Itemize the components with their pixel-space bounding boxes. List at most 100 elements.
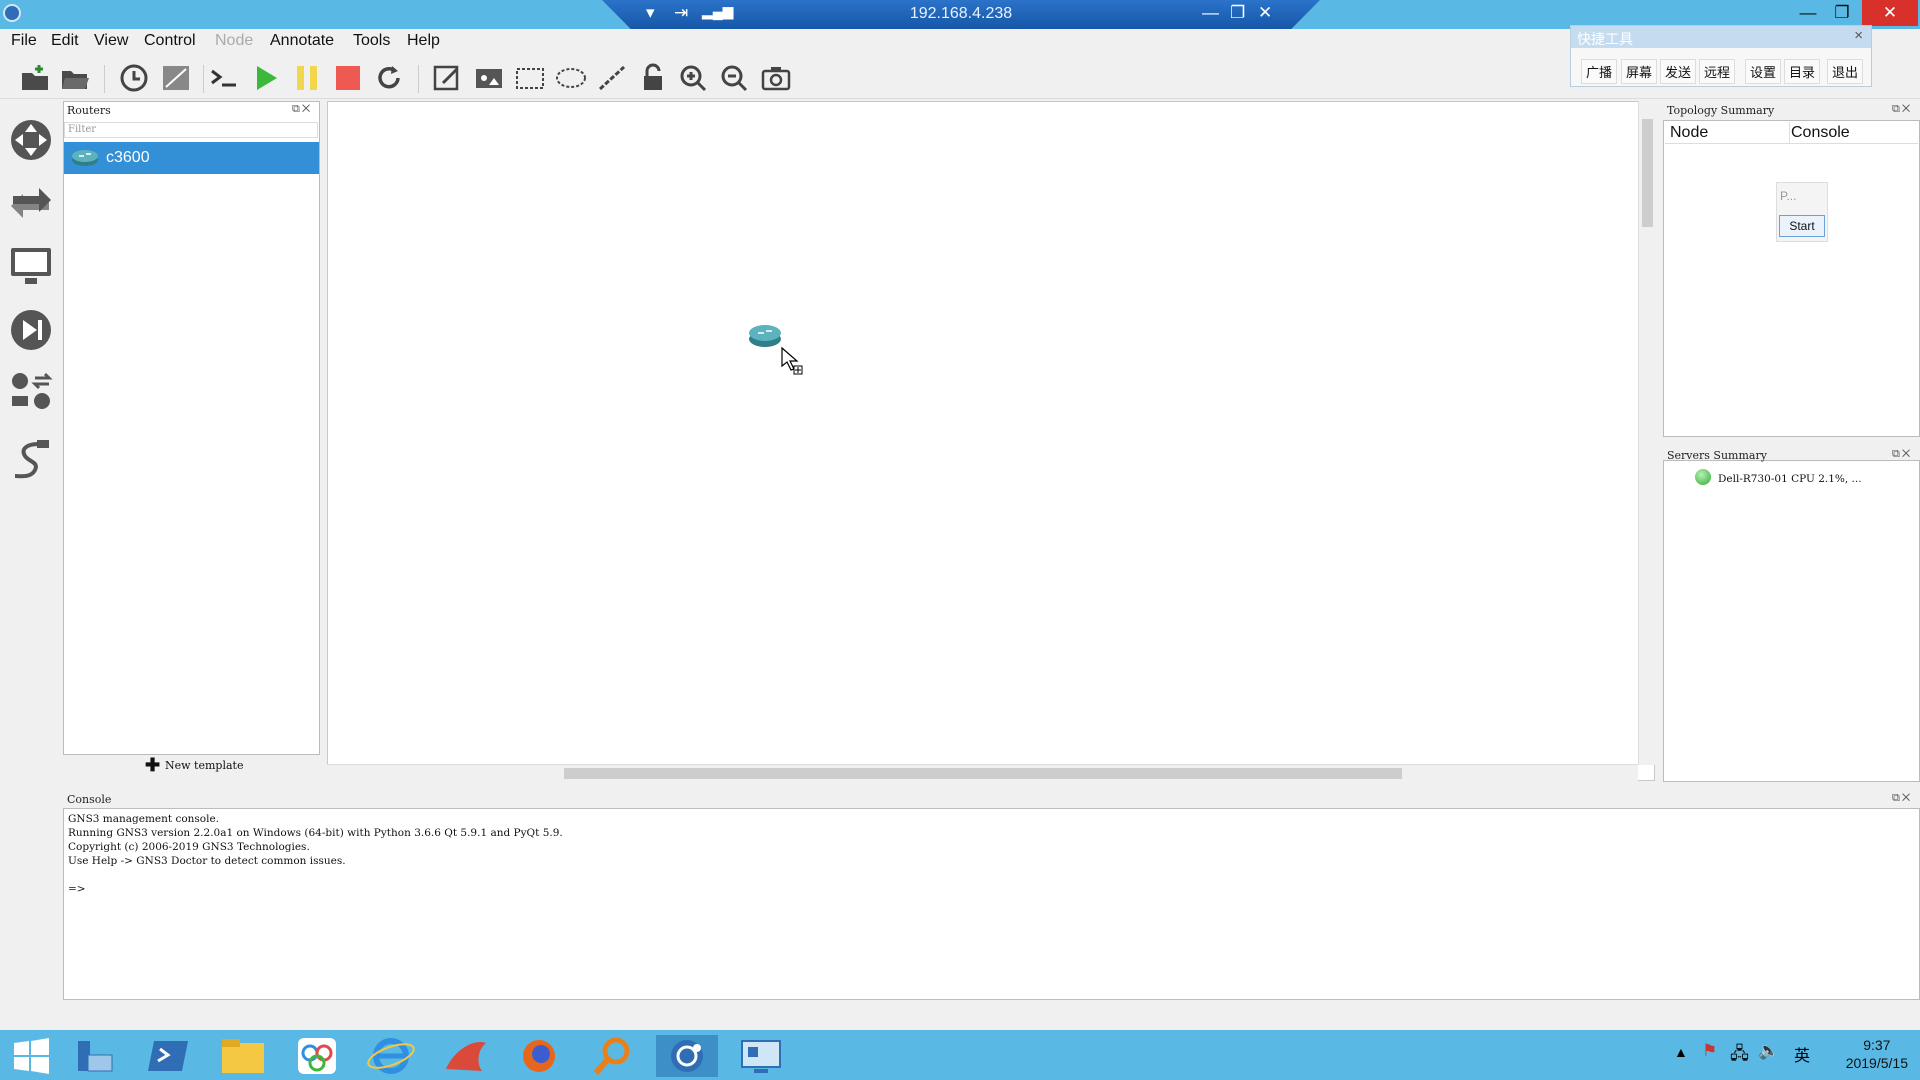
console-line: Copyright (c) 2006-2019 GNS3 Technologie… bbox=[68, 841, 310, 853]
remote-restore-icon[interactable]: ❐ bbox=[1230, 3, 1245, 23]
quick-remote-button[interactable]: 远程 bbox=[1699, 59, 1736, 84]
windows-start-icon[interactable] bbox=[0, 1035, 62, 1077]
screenshot-camera-icon[interactable] bbox=[760, 63, 792, 93]
suspend-all-icon[interactable] bbox=[291, 63, 323, 93]
server-status-green-icon bbox=[1695, 469, 1711, 485]
menu-annotate[interactable]: Annotate bbox=[270, 32, 334, 50]
topology-canvas[interactable] bbox=[327, 101, 1655, 781]
tray-volume-icon[interactable]: 🔈 bbox=[1758, 1041, 1779, 1061]
mouse-cursor-icon bbox=[781, 346, 803, 375]
windows-taskbar: ▲ ⚑ 🖧 🔈 英 9:37 2019/5/15 bbox=[0, 1030, 1920, 1080]
show-interface-labels-icon[interactable] bbox=[160, 63, 192, 93]
canvas-horizontal-scrollbar[interactable] bbox=[327, 764, 1638, 781]
draw-line-icon[interactable] bbox=[596, 63, 628, 93]
column-console: Console bbox=[1791, 124, 1850, 141]
console-prompt[interactable]: => bbox=[68, 882, 563, 896]
quick-send-button[interactable]: 发送 bbox=[1660, 59, 1697, 84]
routers-panel bbox=[63, 101, 320, 755]
start-all-icon[interactable] bbox=[250, 63, 282, 93]
all-devices-category-icon[interactable] bbox=[9, 370, 53, 414]
zoom-out-icon[interactable] bbox=[719, 63, 751, 93]
snapshot-clock-icon[interactable] bbox=[118, 63, 150, 93]
console-connect-icon[interactable] bbox=[208, 63, 240, 93]
topology-summary-header: Node Console bbox=[1665, 122, 1918, 144]
remote-minimize-icon[interactable]: — bbox=[1202, 3, 1219, 23]
menu-edit[interactable]: Edit bbox=[51, 32, 79, 50]
new-template-label: New template bbox=[165, 759, 244, 772]
popup-truncated-text: P... bbox=[1780, 189, 1797, 203]
baidu-netdisk-icon[interactable] bbox=[286, 1035, 348, 1077]
close-button[interactable]: ✕ bbox=[1862, 0, 1918, 26]
gns3-taskbar-icon[interactable] bbox=[656, 1035, 718, 1077]
clock-date: 2019/5/15 bbox=[1845, 1055, 1908, 1071]
remote-desktop-icon[interactable] bbox=[730, 1035, 792, 1077]
new-project-icon[interactable] bbox=[19, 63, 51, 93]
draw-ellipse-icon[interactable] bbox=[555, 63, 587, 93]
security-devices-category-icon[interactable] bbox=[9, 308, 53, 352]
router-filter-input[interactable]: Filter bbox=[64, 122, 318, 138]
menu-tools[interactable]: Tools bbox=[353, 32, 390, 50]
maximize-button[interactable]: ❐ bbox=[1820, 0, 1864, 26]
popup-start-button[interactable]: Start bbox=[1779, 215, 1825, 237]
quick-screen-button[interactable]: 屏幕 bbox=[1621, 59, 1658, 84]
switches-category-icon[interactable] bbox=[9, 180, 53, 224]
remote-close-icon[interactable]: ✕ bbox=[1258, 3, 1272, 23]
menu-file[interactable]: File bbox=[11, 32, 37, 50]
quick-directory-button[interactable]: 目录 bbox=[1784, 59, 1821, 84]
console-dock-icons[interactable]: ⧉✕ bbox=[1892, 792, 1912, 805]
add-link-icon[interactable] bbox=[9, 438, 53, 482]
column-node: Node bbox=[1670, 124, 1709, 141]
taskbar-clock[interactable]: 9:37 2019/5/15 bbox=[1846, 1036, 1908, 1072]
quick-settings-button[interactable]: 设置 bbox=[1745, 59, 1782, 84]
menu-control[interactable]: Control bbox=[144, 32, 196, 50]
powershell-icon[interactable] bbox=[138, 1035, 200, 1077]
server-manager-icon[interactable] bbox=[64, 1035, 126, 1077]
console-line: Use Help -> GNS3 Doctor to detect common… bbox=[68, 855, 346, 867]
routers-category-icon[interactable] bbox=[9, 118, 53, 162]
toolbar-separator bbox=[203, 65, 204, 93]
file-explorer-icon[interactable] bbox=[212, 1035, 274, 1077]
quick-exit-button[interactable]: 退出 bbox=[1827, 59, 1864, 84]
clock-time: 9:37 bbox=[1863, 1037, 1891, 1053]
tray-expand-icon[interactable]: ▲ bbox=[1674, 1044, 1688, 1060]
console-output: GNS3 management console. Running GNS3 ver… bbox=[68, 812, 563, 896]
internet-explorer-icon[interactable] bbox=[360, 1035, 422, 1077]
router-template-item[interactable]: c3600 bbox=[64, 142, 319, 174]
menu-help[interactable]: Help bbox=[407, 32, 440, 50]
search-magnifier-icon[interactable] bbox=[582, 1035, 644, 1077]
insert-picture-icon[interactable] bbox=[473, 63, 505, 93]
tray-flag-icon[interactable]: ⚑ bbox=[1702, 1041, 1717, 1061]
draw-rectangle-icon[interactable] bbox=[514, 63, 546, 93]
add-note-icon[interactable] bbox=[431, 63, 463, 93]
topology-summary-title: Topology Summary bbox=[1667, 104, 1775, 117]
servers-summary-dock-icons[interactable]: ⧉✕ bbox=[1892, 448, 1912, 461]
topology-summary-panel bbox=[1663, 120, 1920, 437]
zoom-in-icon[interactable] bbox=[678, 63, 710, 93]
device-category-sidebar bbox=[0, 100, 62, 1000]
servers-summary-panel bbox=[1663, 460, 1920, 782]
lock-unlock-icon[interactable] bbox=[637, 63, 669, 93]
open-project-icon[interactable] bbox=[59, 63, 91, 93]
server-entry: Dell-R730-01 CPU 2.1%, ... bbox=[1718, 473, 1862, 485]
canvas-vscroll-thumb[interactable] bbox=[1642, 119, 1653, 227]
c3600-router-node-icon[interactable] bbox=[748, 324, 782, 348]
canvas-vertical-scrollbar[interactable] bbox=[1638, 101, 1655, 765]
routers-panel-dock-icons[interactable]: ⧉✕ bbox=[292, 103, 312, 116]
router-template-label: c3600 bbox=[106, 149, 150, 166]
canvas-hscroll-thumb[interactable] bbox=[564, 768, 1402, 779]
quick-broadcast-button[interactable]: 广播 bbox=[1581, 59, 1618, 84]
reload-all-icon[interactable] bbox=[373, 63, 405, 93]
menu-view[interactable]: View bbox=[94, 32, 128, 50]
topology-summary-dock-icons[interactable]: ⧉✕ bbox=[1892, 103, 1912, 116]
tray-ime-indicator[interactable]: 英 bbox=[1794, 1042, 1810, 1066]
menu-node[interactable]: Node bbox=[215, 32, 253, 50]
firefox-icon[interactable] bbox=[508, 1035, 570, 1077]
remote-session-bar: ▾ ⇥ ▂▄▆ 192.168.4.238 — ❐ ✕ bbox=[602, 0, 1320, 29]
tray-network-icon[interactable]: 🖧 bbox=[1730, 1041, 1749, 1070]
wireshark-fin-icon[interactable] bbox=[434, 1035, 496, 1077]
end-devices-category-icon[interactable] bbox=[9, 244, 53, 288]
quick-tools-close-icon[interactable]: × bbox=[1854, 27, 1863, 44]
stop-all-icon[interactable] bbox=[332, 63, 364, 93]
console-line: GNS3 management console. bbox=[68, 813, 220, 825]
